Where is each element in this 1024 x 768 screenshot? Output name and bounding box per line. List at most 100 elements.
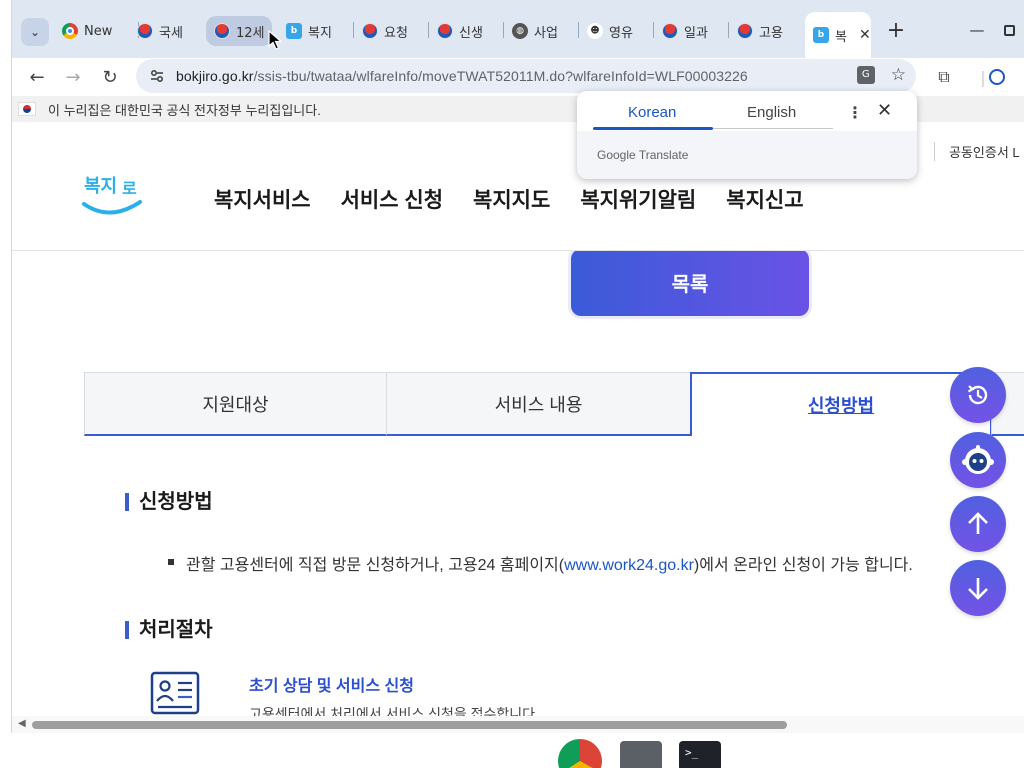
tab-eligibility[interactable]: 지원대상 xyxy=(84,372,387,436)
recent-history-button[interactable] xyxy=(950,367,1006,423)
plus-icon: + xyxy=(886,17,906,43)
scrollbar-thumb[interactable] xyxy=(32,721,787,729)
site-info-icon[interactable] xyxy=(142,68,172,84)
bookmark-star-icon[interactable]: ☆ xyxy=(891,66,906,84)
chrome-taskbar-icon[interactable] xyxy=(558,739,602,768)
bullet-text-pre: 관할 고용센터에 직접 방문 신청하거나, 고용24 홈페이지( xyxy=(186,557,565,574)
account-icon xyxy=(989,69,1005,85)
nav-welfare-services[interactable]: 복지서비스 xyxy=(214,184,311,214)
translate-tab-english[interactable]: English xyxy=(747,104,796,121)
tab-title: 복 xyxy=(835,29,847,45)
tab-strip: ⌄ New 국세 12세 b 복지 요청 신생 ◍ 사업 ☻ 영유 일과 고용 … xyxy=(12,0,1024,58)
tab-title: 일과 xyxy=(684,25,708,41)
tab-bokji[interactable]: b 복지 xyxy=(286,16,348,46)
bokjiro-logo[interactable]: 복지 로 xyxy=(80,168,144,224)
tab-separator xyxy=(503,22,504,38)
arrow-right-icon: → xyxy=(65,66,81,88)
omnibox-actions: G ☆ xyxy=(856,66,906,84)
nav-welfare-report[interactable]: 복지신고 xyxy=(726,184,803,214)
bullet-text-post: )에서 온라인 신청이 가능 합니다. xyxy=(693,557,913,574)
tab-newborn[interactable]: 신생 xyxy=(437,16,499,46)
svg-text:로: 로 xyxy=(122,179,137,198)
arrow-left-icon: ← xyxy=(29,66,45,88)
nav-crisis-alert[interactable]: 복지위기알림 xyxy=(580,184,696,214)
close-tab-icon[interactable]: ✕ xyxy=(859,27,871,43)
translate-active-indicator xyxy=(593,127,713,130)
address-bar[interactable]: bokjiro.go.kr/ssis-tbu/twataa/wlfareInfo… xyxy=(136,59,916,93)
url-text: bokjiro.go.kr/ssis-tbu/twataa/wlfareInfo… xyxy=(176,68,748,84)
reload-button[interactable]: ↻ xyxy=(95,62,125,92)
tab-how-to-apply[interactable]: 신청방법 xyxy=(690,372,992,436)
maximize-icon xyxy=(1003,24,1015,36)
tab-separator xyxy=(428,22,429,38)
translate-tab-divider xyxy=(713,128,833,129)
chatbot-button[interactable] xyxy=(950,432,1006,488)
scroll-bottom-button[interactable] xyxy=(950,560,1006,616)
tab-business[interactable]: ◍ 사업 xyxy=(512,16,574,46)
url-host: bokjiro.go.kr xyxy=(176,68,254,84)
list-button[interactable]: 목록 xyxy=(571,251,809,316)
tab-title: 12세 xyxy=(236,25,265,41)
work24-link[interactable]: www.work24.go.kr xyxy=(564,557,694,574)
tab-active-bokjiro[interactable]: b 복 ✕ xyxy=(805,12,871,58)
face-icon: ☻ xyxy=(587,23,603,39)
tab-separator xyxy=(728,22,729,38)
tab-nts[interactable]: 국세 xyxy=(137,16,199,46)
section-title-how-to-apply: 신청방법 xyxy=(125,492,213,512)
tab-separator xyxy=(353,22,354,38)
translate-tab-korean[interactable]: Korean xyxy=(628,104,676,121)
tab-title: 신생 xyxy=(459,25,483,41)
application-form-icon xyxy=(150,671,200,716)
forward-button[interactable]: → xyxy=(58,62,88,92)
history-icon xyxy=(967,385,988,405)
tab-work[interactable]: 일과 xyxy=(662,16,724,46)
tab-separator xyxy=(578,22,579,38)
gov-emblem-icon xyxy=(214,23,230,39)
files-taskbar-icon[interactable] xyxy=(620,741,662,768)
nav-service-application[interactable]: 서비스 신청 xyxy=(341,184,443,214)
tab-title: 영유 xyxy=(609,25,633,41)
scroll-left-icon[interactable]: ◀ xyxy=(18,718,26,729)
scroll-top-button[interactable] xyxy=(950,496,1006,552)
extensions-button[interactable]: ⧉ xyxy=(931,64,957,90)
tab-title: 사업 xyxy=(534,25,558,41)
tab-employment[interactable]: 고용 xyxy=(737,16,799,46)
page-content: 목록 지원대상 서비스 내용 신청방법 신청방법 관할 고용센터에 직접 방문 … xyxy=(12,251,1024,716)
nav-welfare-map[interactable]: 복지지도 xyxy=(473,184,550,214)
step-title-consultation: 초기 상담 및 서비스 신청 xyxy=(249,678,414,695)
new-tab-button[interactable]: + xyxy=(884,17,908,43)
translate-icon[interactable]: G xyxy=(856,66,875,84)
minimize-button[interactable]: — xyxy=(965,18,989,42)
chevron-down-icon: ⌄ xyxy=(29,25,41,39)
google-translate-brand: Google Translate xyxy=(597,148,689,162)
korea-flag-icon xyxy=(18,102,36,116)
gov-emblem-icon xyxy=(362,23,378,39)
tab-12[interactable]: 12세 xyxy=(206,16,272,46)
tab-title: New xyxy=(84,23,113,39)
section-title-procedure: 처리절차 xyxy=(125,620,213,640)
gov-emblem-icon xyxy=(662,23,678,39)
certificate-link[interactable]: 공동인증서 L xyxy=(934,142,1020,161)
tab-service-details[interactable]: 서비스 내용 xyxy=(386,372,691,436)
more-vert-icon[interactable]: ⋮ xyxy=(847,103,863,122)
step-desc-consultation: 고용센터에서 처리에서 서비스 신청을 접수합니다. xyxy=(249,706,539,716)
profile-button[interactable] xyxy=(984,64,1010,90)
info-tabs: 지원대상 서비스 내용 신청방법 xyxy=(84,372,1024,436)
tab-title: 요청 xyxy=(384,25,408,41)
tab-title: 고용 xyxy=(759,25,783,41)
tab-request[interactable]: 요청 xyxy=(362,16,424,46)
horizontal-scrollbar[interactable]: ◀ xyxy=(12,716,1024,733)
close-icon[interactable]: ✕ xyxy=(877,100,892,121)
tab-new[interactable]: New xyxy=(62,16,132,46)
gov-banner-text: 이 누리집은 대한민국 공식 전자정부 누리집입니다. xyxy=(48,102,321,118)
tab-infant[interactable]: ☻ 영유 xyxy=(587,16,649,46)
maximize-button[interactable] xyxy=(997,18,1021,42)
tab-search-button[interactable]: ⌄ xyxy=(21,18,49,46)
terminal-taskbar-icon[interactable]: >_ xyxy=(679,741,721,768)
translate-tabs: Korean English ⋮ ✕ xyxy=(577,91,917,131)
minimize-icon: — xyxy=(969,21,985,39)
mouse-cursor xyxy=(268,29,283,54)
back-button[interactable]: ← xyxy=(22,62,52,92)
gov-emblem-icon xyxy=(737,23,753,39)
puzzle-icon: ⧉ xyxy=(938,67,950,86)
